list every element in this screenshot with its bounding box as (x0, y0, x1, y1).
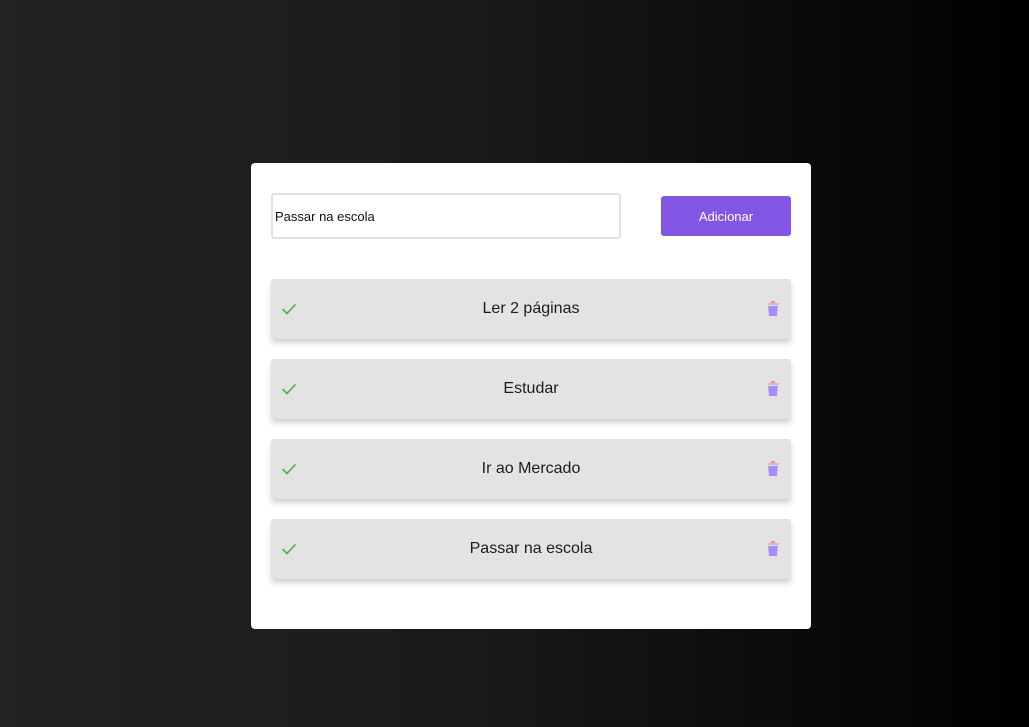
check-icon[interactable] (281, 461, 297, 477)
task-label: Passar na escola (469, 540, 593, 557)
trash-icon[interactable] (767, 541, 779, 556)
add-task-form: Adicionar (271, 193, 791, 239)
task-item: Ir ao Mercado (271, 439, 791, 499)
task-label: Estudar (503, 380, 559, 397)
task-input[interactable] (271, 193, 621, 239)
task-item: Estudar (271, 359, 791, 419)
task-label: Ler 2 páginas (482, 300, 580, 317)
task-item: Ler 2 páginas (271, 279, 791, 339)
task-item: Passar na escola (271, 519, 791, 579)
trash-icon[interactable] (767, 301, 779, 316)
task-list: Ler 2 páginas Estudar Ir ao Mercado Pass… (271, 279, 791, 599)
todo-card: Adicionar Ler 2 páginas Estudar (251, 163, 811, 629)
add-task-button[interactable]: Adicionar (661, 196, 791, 236)
trash-icon[interactable] (767, 461, 779, 476)
task-label: Ir ao Mercado (481, 460, 581, 477)
trash-icon[interactable] (767, 381, 779, 396)
check-icon[interactable] (281, 541, 297, 557)
check-icon[interactable] (281, 301, 297, 317)
check-icon[interactable] (281, 381, 297, 397)
